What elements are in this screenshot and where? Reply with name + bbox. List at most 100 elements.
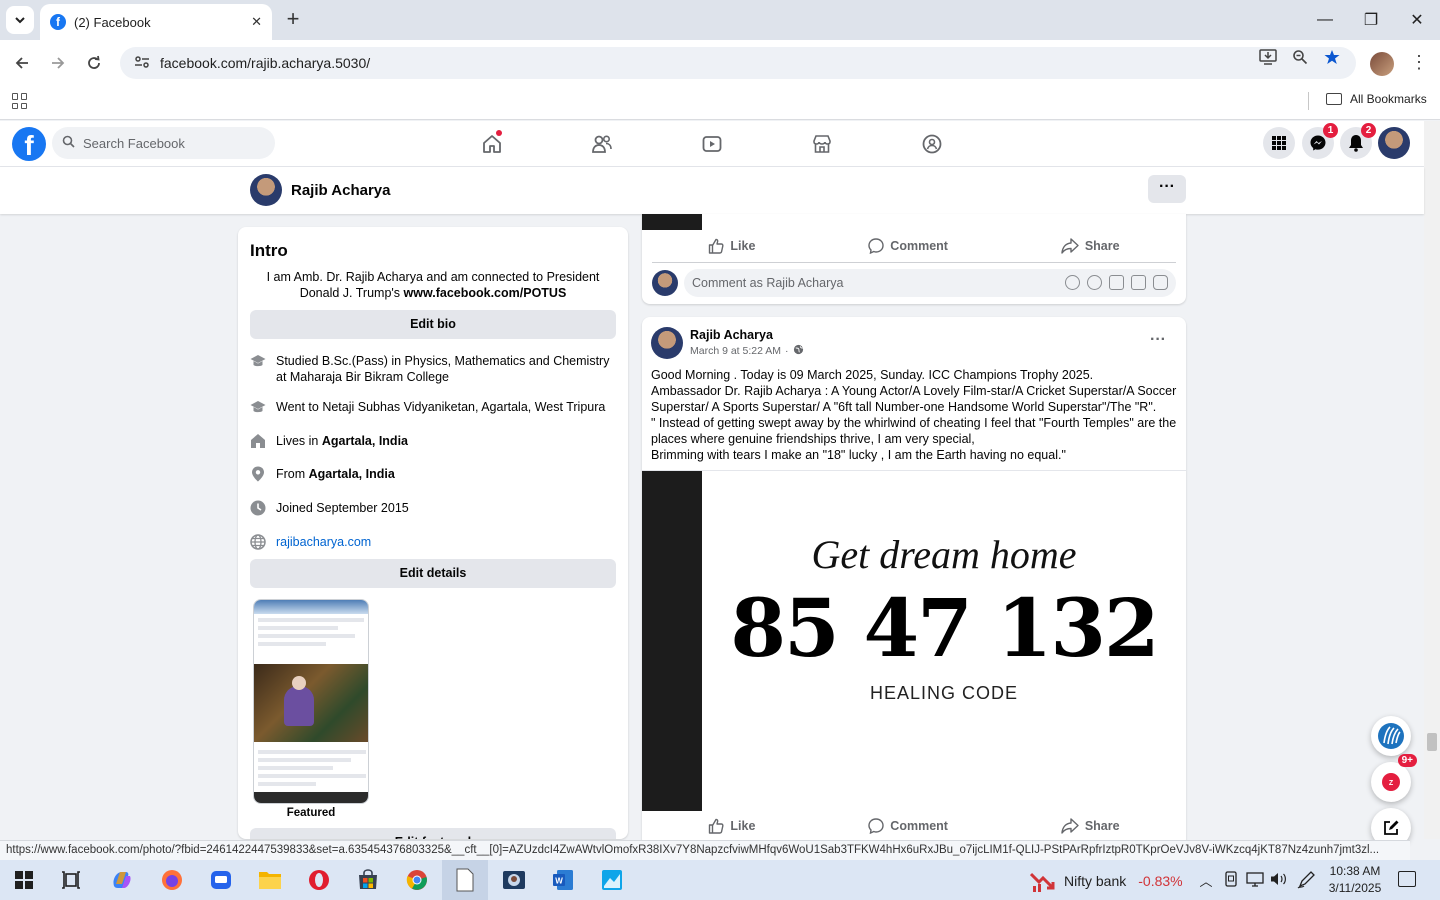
browser-profile-avatar[interactable]: [1370, 52, 1394, 76]
reload-icon: [88, 55, 100, 69]
firefox-app[interactable]: [158, 866, 186, 894]
meet-app[interactable]: [207, 866, 235, 894]
arrow-left-icon: [15, 57, 28, 69]
cricket-app-button[interactable]: [1371, 716, 1411, 756]
friends-tab[interactable]: [587, 129, 617, 159]
account-avatar[interactable]: [1378, 127, 1410, 159]
comment-input[interactable]: [692, 276, 1052, 290]
share-button[interactable]: Share: [1061, 818, 1120, 834]
profile-more-button[interactable]: ···: [1148, 175, 1186, 203]
website-link[interactable]: rajibacharya.com: [276, 534, 371, 550]
location-pin-icon: [250, 466, 266, 482]
pen-icon[interactable]: [1297, 871, 1315, 889]
featured-label: Featured: [286, 807, 336, 819]
site-info-icon[interactable]: [134, 55, 154, 72]
profile-avatar[interactable]: [250, 174, 282, 206]
close-window-button[interactable]: ✕: [1394, 0, 1440, 40]
bio-link[interactable]: www.facebook.com/POTUS: [404, 286, 567, 300]
forward-button[interactable]: [45, 50, 71, 76]
public-globe-icon[interactable]: [793, 344, 804, 358]
opera-app[interactable]: [305, 866, 333, 894]
post-image[interactable]: Get dream home 85 47 132 HEALING CODE: [642, 470, 1186, 811]
clock-icon: [250, 500, 266, 516]
news-app-button[interactable]: Z 9+: [1371, 754, 1417, 802]
firefox-icon: [162, 870, 182, 890]
intro-bio: I am Amb. Dr. Rajib Acharya and am conne…: [250, 269, 616, 301]
copilot-app[interactable]: [108, 866, 136, 894]
restore-button[interactable]: ❐: [1348, 0, 1394, 40]
all-bookmarks-button[interactable]: All Bookmarks: [1326, 92, 1427, 106]
page-scrollbar[interactable]: [1424, 121, 1440, 839]
share-button[interactable]: Share: [1061, 238, 1120, 254]
video-tab[interactable]: [697, 129, 727, 159]
chrome-app[interactable]: [403, 866, 431, 894]
device-icon[interactable]: [1222, 871, 1240, 889]
globe-icon: [250, 534, 266, 550]
all-bookmarks-label: All Bookmarks: [1350, 92, 1427, 106]
post-timestamp[interactable]: March 9 at 5:22 AM: [690, 345, 781, 357]
gif-icon[interactable]: [1131, 275, 1146, 290]
messenger-badge: 1: [1323, 123, 1338, 138]
store-app[interactable]: [354, 866, 382, 894]
browser-tab[interactable]: f (2) Facebook ✕: [40, 4, 272, 40]
from-place[interactable]: Agartala, India: [309, 467, 395, 481]
gaming-tab[interactable]: [917, 129, 947, 159]
lives-prefix: Lives in: [276, 434, 322, 448]
post-author-name[interactable]: Rajib Acharya: [690, 328, 773, 342]
search-input[interactable]: [83, 135, 253, 151]
volume-icon[interactable]: [1270, 871, 1288, 889]
browser-menu-icon[interactable]: ⋮: [1410, 52, 1428, 76]
system-clock[interactable]: 10:38 AM 3/11/2025: [1322, 863, 1388, 897]
zoom-icon[interactable]: [1289, 46, 1311, 68]
address-bar[interactable]: facebook.com/rajib.acharya.5030/: [120, 47, 1356, 79]
home-tab[interactable]: [477, 129, 507, 159]
back-button[interactable]: [9, 50, 35, 76]
new-tab-button[interactable]: +: [282, 8, 304, 30]
post-author-avatar[interactable]: [651, 327, 683, 359]
like-button[interactable]: Like: [708, 818, 755, 834]
minimize-button[interactable]: —: [1302, 0, 1348, 40]
edit-featured-button[interactable]: Edit featured: [250, 828, 616, 839]
close-tab-icon[interactable]: ✕: [251, 14, 262, 30]
emoji-icon[interactable]: [1087, 275, 1102, 290]
edit-details-button[interactable]: Edit details: [250, 559, 616, 588]
post-card: Rajib Acharya March 9 at 5:22 AM · ··· G…: [642, 317, 1186, 847]
whiteboard-app[interactable]: [598, 866, 626, 894]
stock-widget[interactable]: Nifty bank -0.83%: [1030, 870, 1183, 892]
show-hidden-icons-icon[interactable]: ︿: [1197, 871, 1215, 889]
file-explorer-app[interactable]: [256, 866, 284, 894]
reload-button[interactable]: [81, 50, 107, 76]
facebook-logo[interactable]: f: [12, 127, 46, 161]
post-options-button[interactable]: ···: [1150, 331, 1166, 349]
detail-school: Went to Netaji Subhas Vidyaniketan, Agar…: [250, 399, 616, 415]
menu-button[interactable]: [1263, 127, 1295, 159]
apps-grid-icon[interactable]: [12, 93, 28, 109]
edit-bio-button[interactable]: Edit bio: [250, 310, 616, 339]
comment-button[interactable]: Comment: [868, 818, 948, 834]
marketplace-tab[interactable]: [807, 129, 837, 159]
sticker-icon[interactable]: [1153, 275, 1168, 290]
lives-place[interactable]: Agartala, India: [322, 434, 408, 448]
word-app[interactable]: W: [549, 866, 577, 894]
messenger-button[interactable]: 1: [1302, 123, 1338, 159]
network-icon[interactable]: [1246, 871, 1264, 889]
comment-button[interactable]: Comment: [868, 238, 948, 254]
comment-box[interactable]: [684, 269, 1176, 297]
photo-app[interactable]: [500, 866, 528, 894]
start-button[interactable]: [10, 866, 38, 894]
notifications-button[interactable]: 2: [1340, 123, 1376, 159]
notification-center-icon[interactable]: [1398, 871, 1416, 887]
scrollbar-thumb[interactable]: [1427, 733, 1437, 751]
bookmark-star-icon[interactable]: [1321, 46, 1343, 68]
facebook-search[interactable]: [52, 127, 275, 159]
avatar-sticker-icon[interactable]: [1065, 275, 1080, 290]
camera-icon[interactable]: [1109, 275, 1124, 290]
featured-story-thumbnail[interactable]: [253, 599, 369, 804]
task-view-button[interactable]: [57, 866, 85, 894]
notepad-app[interactable]: [451, 866, 479, 894]
profile-name[interactable]: Rajib Acharya: [291, 182, 391, 199]
detail-joined-text: Joined September 2015: [276, 501, 409, 515]
like-button[interactable]: Like: [708, 238, 755, 254]
install-app-icon[interactable]: [1257, 46, 1279, 68]
tab-search-button[interactable]: [6, 6, 34, 34]
